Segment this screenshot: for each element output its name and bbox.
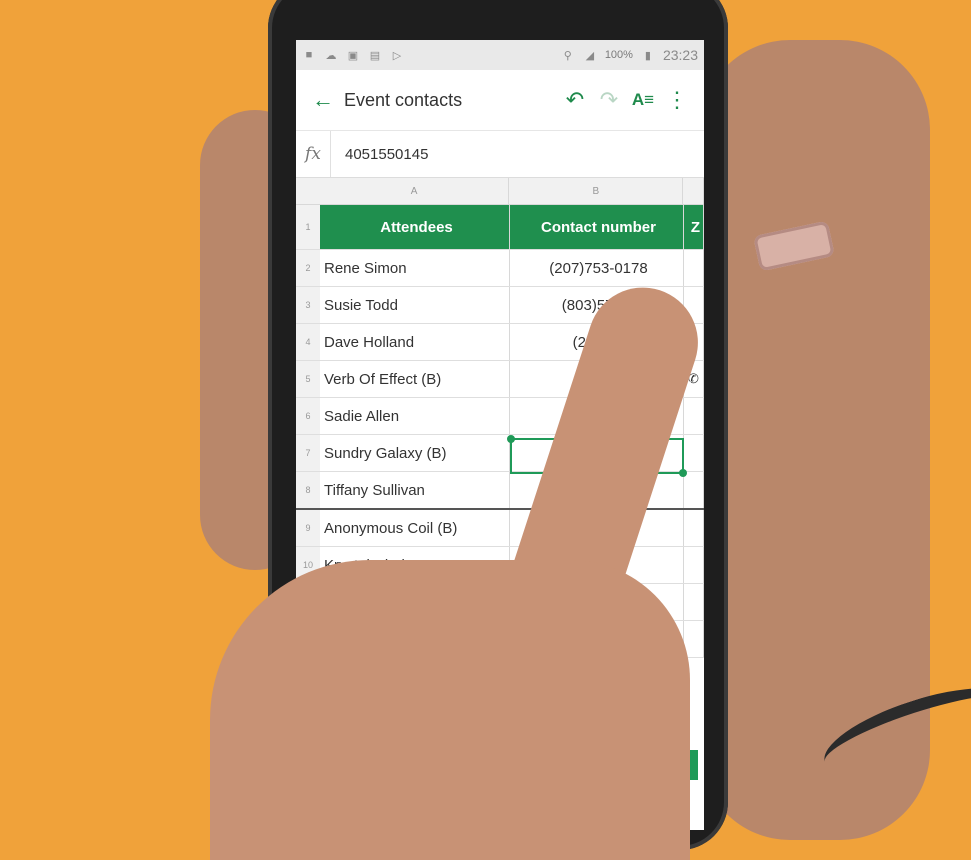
empty-cell[interactable] [684,398,704,434]
empty-cell[interactable] [684,584,704,620]
image-icon: ▣ [347,49,359,62]
row-number[interactable]: 1 [296,205,320,249]
table-header-row: 1 Attendees Contact number Z [296,205,704,250]
empty-cell[interactable] [684,510,704,546]
play-store-icon: ▷ [392,49,402,62]
undo-icon[interactable]: ↶ [558,83,592,117]
document-icon: ▤ [369,49,381,62]
attendee-cell[interactable]: Susie Todd [320,287,510,323]
attendee-cell[interactable]: Dave Holland [320,324,510,360]
header-col-c[interactable]: Z [684,205,704,249]
battery-icon: ▮ [644,49,651,62]
row-number[interactable]: 3 [296,287,320,323]
text-format-icon[interactable]: A≡ [626,83,660,117]
column-header-a[interactable]: A [320,178,510,204]
row-number[interactable]: 2 [296,250,320,286]
cloud-icon: ☁ [325,49,337,62]
row-number[interactable]: 6 [296,398,320,434]
status-bar: ■ ☁ ▣ ▤ ▷ ⚲ ◢ 100% ▮ 23:23 [296,40,704,70]
phone-cell[interactable]: (207)753-0178 [510,250,684,286]
app-bar: ← Event contacts ↶ ↷ A≡ ⋮ [296,70,704,131]
back-arrow-icon[interactable]: ← [306,83,340,117]
row-number[interactable]: 9 [296,510,320,546]
select-all-corner[interactable] [296,178,320,204]
column-header-c[interactable] [683,178,704,204]
document-title: Event contacts [344,89,463,110]
attendee-cell[interactable]: Sundry Galaxy (B) [320,435,510,471]
row-number[interactable]: 8 [296,472,320,508]
empty-cell[interactable] [684,435,704,471]
fx-icon: fx [296,131,331,177]
selection-handle-top-left[interactable] [507,435,515,443]
more-vert-icon[interactable]: ⋮ [660,83,694,117]
empty-cell[interactable] [684,621,704,657]
column-header-b[interactable]: B [509,178,684,204]
attendee-cell[interactable]: Rene Simon [320,250,510,286]
header-attendees[interactable]: Attendees [320,205,510,249]
foreground-hand [210,560,690,860]
row-number[interactable]: 5 [296,361,320,397]
column-header-row: A B [296,178,704,205]
formula-input[interactable]: 4051550145 [331,146,428,163]
header-contact-number[interactable]: Contact number [510,205,684,249]
attendee-cell[interactable]: Tiffany Sullivan [320,472,510,508]
attendee-cell[interactable]: Verb Of Effect (B) [320,361,510,397]
attendee-cell[interactable]: Anonymous Coil (B) [320,510,510,546]
clock: 23:23 [662,47,698,63]
row-number[interactable]: 4 [296,324,320,360]
wifi-icon: ⚲ [563,49,572,62]
signal-icon: ◢ [585,49,595,62]
empty-cell[interactable] [684,547,704,583]
table-row: 2 Rene Simon (207)753-0178 [296,250,704,287]
video-icon: ■ [305,49,313,61]
empty-cell[interactable] [684,472,704,508]
empty-cell[interactable] [684,250,704,286]
battery-percent: 100% [604,49,633,61]
selection-handle-bottom-right[interactable] [679,469,687,477]
formula-bar: fx 4051550145 [296,131,704,178]
row-number[interactable]: 7 [296,435,320,471]
redo-icon[interactable]: ↷ [592,83,626,117]
attendee-cell[interactable]: Sadie Allen [320,398,510,434]
